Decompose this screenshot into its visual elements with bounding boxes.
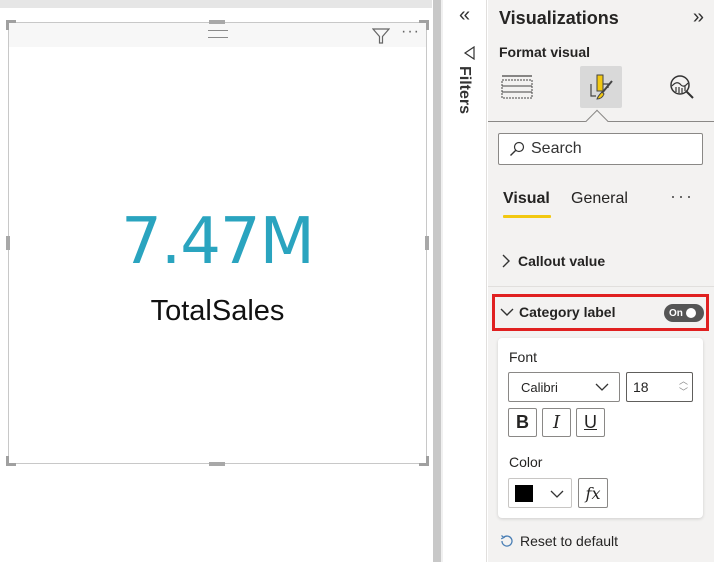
chevron-down-icon <box>500 308 514 316</box>
chevron-down-icon <box>595 383 609 391</box>
font-size-value: 18 <box>633 379 649 395</box>
italic-button[interactable]: I <box>542 408 571 437</box>
section-category-label[interactable]: Category label <box>500 304 615 320</box>
expand-pane-icon[interactable]: » <box>693 6 704 29</box>
kpi-category-label: TotalSales <box>150 295 285 327</box>
section-label: Category label <box>519 304 616 320</box>
category-label-settings: Font Calibri 18 ︿ ﹀ B I U Color fx <box>498 338 703 518</box>
kpi-card-visual[interactable]: ··· 7.47M TotalSales <box>6 20 429 466</box>
resize-handle-top-right[interactable] <box>419 20 429 30</box>
tab-analytics[interactable] <box>661 66 703 108</box>
font-family-value: Calibri <box>521 379 558 395</box>
category-label-toggle[interactable]: On <box>664 304 704 322</box>
format-visual-label: Format visual <box>499 44 591 60</box>
chevron-down-icon <box>550 490 564 498</box>
section-callout-value[interactable]: Callout value <box>500 253 605 269</box>
increment-icon[interactable]: ︿ <box>679 376 688 387</box>
decrement-icon[interactable]: ﹀ <box>679 387 688 398</box>
resize-handle-bottom[interactable] <box>209 462 225 466</box>
search-icon <box>510 141 525 156</box>
underline-button[interactable]: U <box>576 408 605 437</box>
analytics-magnifier-icon <box>670 75 694 99</box>
more-options-icon[interactable]: ··· <box>401 23 420 41</box>
fields-grid-icon <box>501 75 533 99</box>
chevron-right-icon <box>502 254 510 268</box>
font-label: Font <box>509 349 538 365</box>
font-size-input[interactable]: 18 ︿ ﹀ <box>626 372 693 402</box>
report-canvas: ··· 7.47M TotalSales <box>0 0 432 562</box>
search-box[interactable] <box>498 133 703 165</box>
color-swatch <box>515 485 533 502</box>
filters-label[interactable]: Filters <box>455 66 473 114</box>
resize-handle-top-left[interactable] <box>6 20 16 30</box>
conditional-formatting-button[interactable]: fx <box>578 478 608 508</box>
section-divider <box>488 286 714 287</box>
pane-divider[interactable] <box>433 0 443 562</box>
resize-handle-top[interactable] <box>209 20 225 24</box>
active-tab-indicator <box>585 109 609 133</box>
color-picker[interactable] <box>508 478 572 508</box>
more-options-button[interactable]: ··· <box>670 186 694 207</box>
font-size-spinner[interactable]: ︿ ﹀ <box>679 376 688 398</box>
drag-grip-icon[interactable] <box>208 30 228 38</box>
subtab-visual[interactable]: Visual <box>503 190 550 208</box>
bold-button[interactable]: B <box>508 408 537 437</box>
kpi-value: 7.47M <box>121 205 315 279</box>
filters-pane: « Filters <box>445 0 487 562</box>
visualizations-pane: Visualizations » Format visual Search Vi… <box>488 0 714 562</box>
resize-handle-bottom-left[interactable] <box>6 456 16 466</box>
subtab-general[interactable]: General <box>571 190 628 208</box>
section-label: Callout value <box>518 253 606 269</box>
filter-icon[interactable] <box>371 27 391 50</box>
paint-brush-icon <box>590 74 613 100</box>
reset-label: Reset to default <box>520 533 619 549</box>
reset-to-default-button[interactable]: Reset to default <box>500 533 618 549</box>
subtab-active-underline <box>503 215 551 218</box>
pane-title: Visualizations <box>499 8 619 28</box>
canvas-top-bar <box>0 0 432 8</box>
tab-build-visual[interactable] <box>496 66 538 108</box>
resize-handle-bottom-right[interactable] <box>419 456 429 466</box>
search-input[interactable] <box>531 140 691 158</box>
toggle-knob <box>685 308 696 318</box>
toggle-label: On <box>669 307 683 319</box>
font-family-dropdown[interactable]: Calibri <box>508 372 620 402</box>
reset-icon <box>500 535 513 547</box>
filter-icon <box>463 45 475 65</box>
collapse-filters-icon[interactable]: « <box>459 4 470 27</box>
color-label: Color <box>509 454 543 470</box>
tab-format-visual[interactable] <box>580 66 622 108</box>
